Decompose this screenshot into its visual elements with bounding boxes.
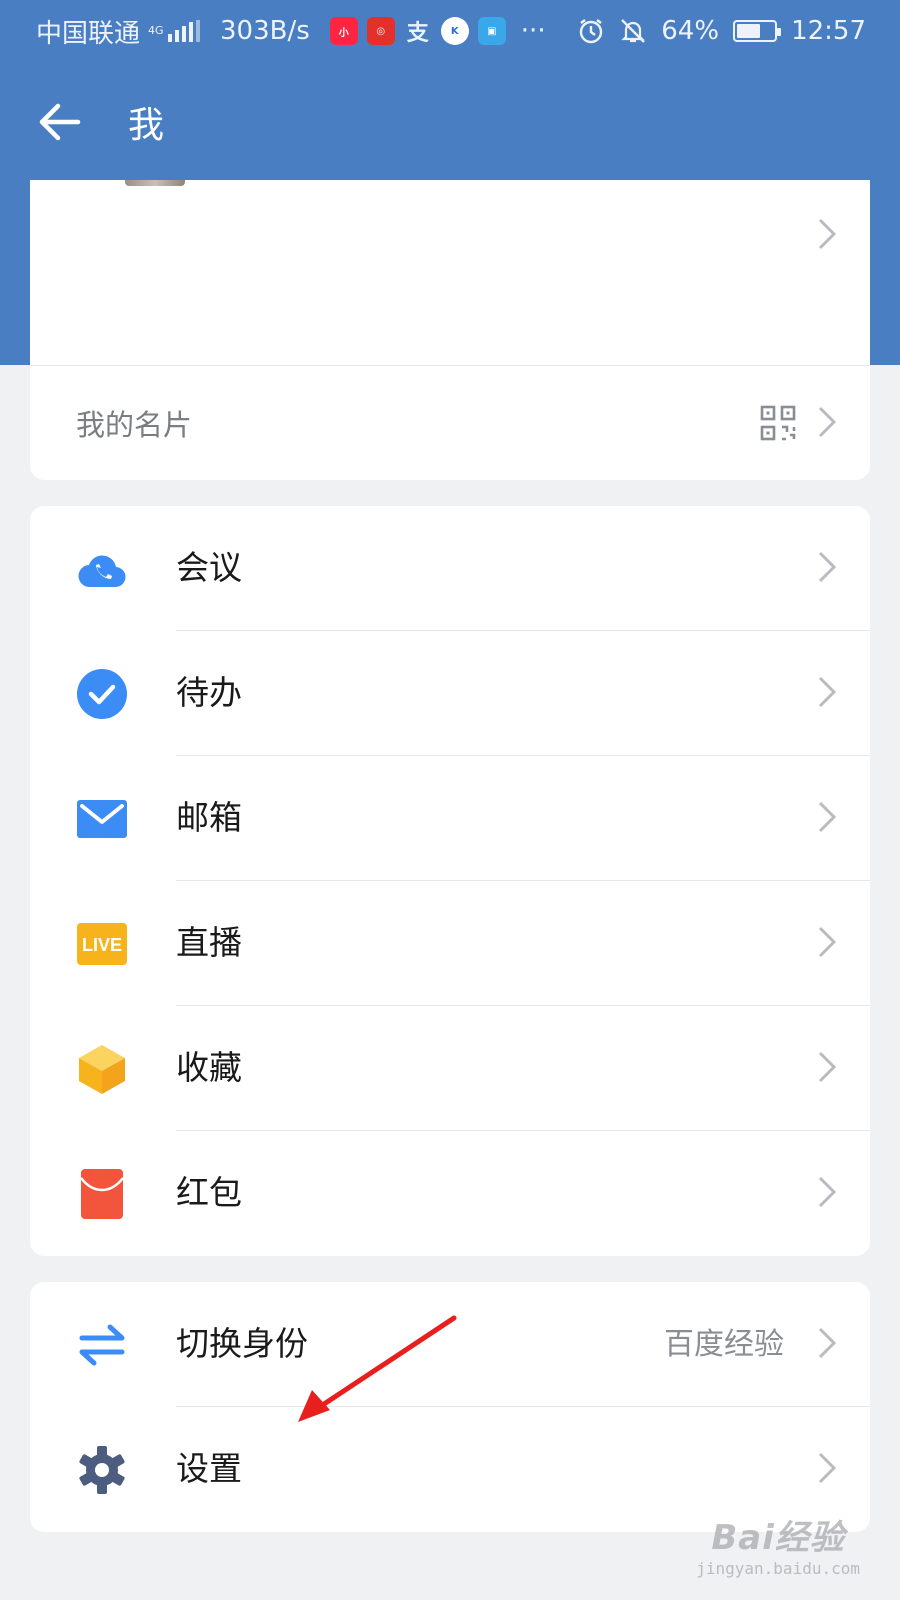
feature-menu-card: 会议 待办 邮箱 LIVE 直播 收藏 红包 xyxy=(30,506,870,1256)
chevron-right-icon xyxy=(818,676,836,708)
notification-icons: 小 ◎ 支 K ▣ ··· xyxy=(329,16,546,46)
delivery-app-icon: ▣ xyxy=(477,17,506,45)
chevron-right-icon xyxy=(818,1051,836,1083)
current-identity-value: 百度经验 xyxy=(664,1327,784,1362)
mute-bell-icon xyxy=(621,19,646,43)
menu-item-favorites[interactable]: 收藏 xyxy=(30,1006,870,1131)
back-button[interactable] xyxy=(30,92,90,152)
signal-icon xyxy=(168,20,201,42)
app-red-icon: ◎ xyxy=(366,17,395,45)
status-bar: 中国联通 4G 303B/s 小 ◎ 支 K ▣ ··· 64% 12:57 xyxy=(0,0,900,62)
watermark-url: jingyan.baidu.com xyxy=(696,1559,860,1578)
clock: 12:57 xyxy=(791,16,866,46)
profile-row[interactable] xyxy=(30,180,870,365)
page-title: 我 xyxy=(128,105,165,146)
qr-code-icon xyxy=(760,405,796,445)
live-icon-text: LIVE xyxy=(82,935,122,955)
profile-card: 我的名片 xyxy=(30,180,870,480)
menu-item-live[interactable]: LIVE 直播 xyxy=(30,881,870,1006)
net-speed: 303B/s xyxy=(220,16,310,46)
title-bar: 我 xyxy=(0,72,900,172)
menu-item-mail[interactable]: 邮箱 xyxy=(30,756,870,881)
menu-item-label: 红包 xyxy=(176,1173,242,1212)
xiaohongshu-icon: 小 xyxy=(329,17,358,45)
k-app-icon: K xyxy=(440,17,469,45)
battery-icon xyxy=(733,20,782,42)
back-arrow-icon xyxy=(39,103,81,141)
chevron-right-icon xyxy=(818,926,836,958)
my-name-card-row[interactable]: 我的名片 xyxy=(30,366,870,480)
live-icon: LIVE xyxy=(76,918,128,970)
gear-icon xyxy=(76,1444,128,1496)
battery-percent: 64% xyxy=(661,16,720,46)
switch-identity-label: 切换身份 xyxy=(176,1324,308,1363)
menu-item-red-envelope[interactable]: 红包 xyxy=(30,1131,870,1256)
settings-label: 设置 xyxy=(176,1449,242,1488)
menu-item-label: 邮箱 xyxy=(176,798,242,837)
favorites-cube-icon xyxy=(76,1043,128,1095)
menu-item-label: 直播 xyxy=(176,923,242,962)
red-envelope-icon xyxy=(76,1168,128,1220)
watermark-main: Bai经验 xyxy=(711,1518,845,1558)
mail-icon xyxy=(76,793,128,845)
baidu-jingyan-watermark: Bai经验 jingyan.baidu.com xyxy=(696,1510,860,1578)
carrier-name: 中国联通 xyxy=(36,18,141,49)
alipay-icon: 支 xyxy=(406,21,429,46)
my-name-card-label: 我的名片 xyxy=(76,408,193,442)
menu-item-meeting[interactable]: 会议 xyxy=(30,506,870,631)
meeting-cloud-phone-icon xyxy=(76,543,128,595)
more-notifications: ··· xyxy=(520,16,546,46)
alarm-icon xyxy=(580,19,603,44)
chevron-right-icon xyxy=(818,406,836,438)
chevron-right-icon xyxy=(818,1327,836,1359)
todo-check-icon xyxy=(76,668,128,720)
switch-arrows-icon xyxy=(76,1319,128,1371)
menu-item-todo[interactable]: 待办 xyxy=(30,631,870,756)
chevron-right-icon xyxy=(818,1452,836,1484)
menu-item-label: 待办 xyxy=(176,673,242,712)
menu-item-label: 收藏 xyxy=(176,1048,242,1087)
menu-item-label: 会议 xyxy=(176,548,242,587)
network-type: 4G xyxy=(148,24,164,37)
chevron-right-icon xyxy=(818,218,836,250)
chevron-right-icon xyxy=(818,1176,836,1208)
annotation-arrow-icon xyxy=(298,1315,457,1422)
chevron-right-icon xyxy=(818,551,836,583)
chevron-right-icon xyxy=(818,801,836,833)
